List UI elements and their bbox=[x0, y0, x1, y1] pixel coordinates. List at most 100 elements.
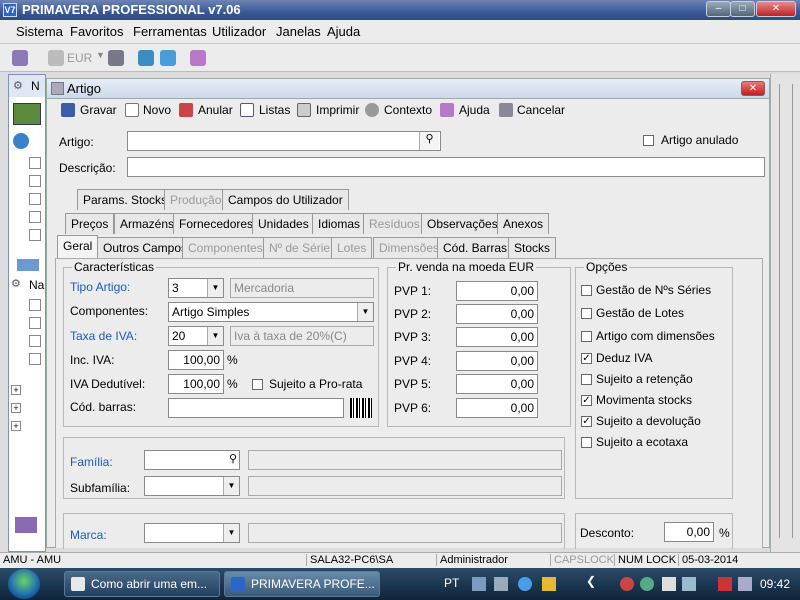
help-eraser-icon[interactable] bbox=[440, 103, 454, 117]
tab-params-stocks[interactable]: Params. Stocks bbox=[77, 189, 174, 210]
pvp1-input[interactable]: 0,00 bbox=[456, 281, 538, 301]
tree-expand-icon[interactable]: + bbox=[11, 385, 21, 395]
cod-barras-input[interactable] bbox=[168, 398, 344, 418]
desconto-input[interactable]: 0,00 bbox=[664, 522, 714, 542]
tab-cod-barras[interactable]: Cód. Barras bbox=[437, 237, 514, 258]
cancel-icon[interactable] bbox=[499, 103, 513, 117]
listas-button[interactable]: Listas bbox=[259, 103, 290, 117]
tab-anexos[interactable]: Anexos bbox=[497, 213, 550, 234]
taskbar-clock[interactable]: 09:42 bbox=[760, 577, 790, 591]
tray-flag-icon[interactable] bbox=[718, 577, 732, 591]
close-button[interactable]: ✕ bbox=[756, 1, 796, 17]
tray-volume-icon[interactable] bbox=[738, 577, 752, 591]
tray-expand-icon[interactable]: ❮ bbox=[586, 574, 596, 588]
contexto-button[interactable]: Contexto bbox=[384, 103, 432, 117]
opcao-checkbox[interactable] bbox=[581, 308, 592, 319]
familia-search-icon[interactable]: ⚲ bbox=[229, 452, 237, 465]
leftpane-compass-icon[interactable] bbox=[13, 133, 29, 149]
tree-node-icon[interactable] bbox=[29, 157, 41, 169]
barcode-icon[interactable] bbox=[350, 398, 372, 418]
tab-precos[interactable]: Preços bbox=[65, 213, 115, 234]
tree-node-icon[interactable] bbox=[29, 299, 41, 311]
componentes-select[interactable]: Artigo Simples ▼ bbox=[168, 302, 374, 322]
tab-geral[interactable]: Geral bbox=[57, 235, 99, 258]
tree-node-icon[interactable] bbox=[29, 353, 41, 365]
pvp2-input[interactable]: 0,00 bbox=[456, 304, 538, 324]
tree-node-icon[interactable] bbox=[29, 335, 41, 347]
familia-input[interactable]: ⚲ bbox=[144, 450, 240, 470]
artigo-close-button[interactable]: ✕ bbox=[741, 81, 765, 96]
artigo-search-icon[interactable]: ⚲ bbox=[419, 132, 439, 150]
chevron-down-icon[interactable]: ▼ bbox=[207, 327, 223, 345]
leftpane-footer-icon[interactable] bbox=[15, 517, 37, 533]
toolbar-eraser-icon[interactable] bbox=[190, 50, 206, 66]
taxa-iva-select[interactable]: 20 ▼ bbox=[168, 326, 224, 346]
opcao-checkbox-checked[interactable]: ✓ bbox=[581, 416, 592, 427]
tray-device-icon[interactable] bbox=[662, 577, 676, 591]
opcao-checkbox[interactable] bbox=[581, 374, 592, 385]
tab-lotes[interactable]: Lotes bbox=[331, 237, 373, 258]
tab-stocks[interactable]: Stocks bbox=[508, 237, 557, 258]
tab-residuos[interactable]: Resíduos bbox=[363, 213, 426, 234]
novo-button[interactable]: Novo bbox=[143, 103, 171, 117]
chevron-down-icon[interactable]: ▼ bbox=[207, 279, 223, 297]
opcao-checkbox-checked[interactable]: ✓ bbox=[581, 353, 592, 364]
tray-security-icon[interactable] bbox=[620, 577, 634, 591]
tab-fornecedores[interactable]: Fornecedores bbox=[173, 213, 260, 234]
language-indicator[interactable]: PT bbox=[444, 576, 459, 590]
tree-expand-icon[interactable]: + bbox=[11, 403, 21, 413]
tree-expand-icon[interactable]: + bbox=[11, 421, 21, 431]
menu-ajuda[interactable]: Ajuda bbox=[327, 24, 360, 39]
opcao-checkbox[interactable] bbox=[581, 285, 592, 296]
taskbar-browser-button[interactable]: Como abrir uma em... bbox=[64, 571, 220, 597]
inc-iva-input[interactable]: 100,00 bbox=[168, 350, 224, 370]
tray-app-icon[interactable] bbox=[472, 577, 486, 591]
pvp5-input[interactable]: 0,00 bbox=[456, 374, 538, 394]
maximize-button[interactable]: □ bbox=[730, 1, 755, 17]
main-scrollbar[interactable] bbox=[770, 74, 800, 552]
leftpane-item2[interactable]: Na bbox=[29, 278, 44, 292]
printer-icon[interactable] bbox=[297, 103, 311, 117]
pro-rata-checkbox[interactable] bbox=[252, 379, 263, 390]
toolbar-globe-icon[interactable] bbox=[138, 50, 154, 66]
tab-dimensoes[interactable]: Dimensões bbox=[373, 237, 446, 258]
tray-network-icon[interactable] bbox=[682, 577, 696, 591]
chevron-down-icon[interactable]: ▼ bbox=[357, 303, 373, 321]
chevron-down-icon[interactable]: ▼ bbox=[223, 477, 239, 495]
toolbar-settings-icon[interactable] bbox=[108, 50, 124, 66]
cancelar-button[interactable]: Cancelar bbox=[517, 103, 565, 117]
opcao-checkbox[interactable] bbox=[581, 331, 592, 342]
leftpane-database-icon[interactable] bbox=[17, 259, 39, 271]
menu-ferramentas[interactable]: Ferramentas bbox=[133, 24, 207, 39]
tab-producao[interactable]: Produção bbox=[164, 189, 228, 210]
leftpane-image-icon[interactable] bbox=[13, 103, 41, 125]
menu-sistema[interactable]: Sistema bbox=[16, 24, 63, 39]
opcao-checkbox[interactable] bbox=[581, 437, 592, 448]
tray-desktop-icon[interactable] bbox=[494, 577, 508, 591]
tab-idiomas[interactable]: Idiomas bbox=[312, 213, 367, 234]
pvp3-input[interactable]: 0,00 bbox=[456, 327, 538, 347]
context-gear-icon[interactable] bbox=[365, 103, 379, 117]
pvp4-input[interactable]: 0,00 bbox=[456, 351, 538, 371]
imprimir-button[interactable]: Imprimir bbox=[316, 103, 359, 117]
tipo-artigo-select[interactable]: 3 ▼ bbox=[168, 278, 224, 298]
currency-dropdown-icon[interactable]: ▼ bbox=[96, 50, 105, 60]
tree-node-icon[interactable] bbox=[29, 317, 41, 329]
ajuda-button[interactable]: Ajuda bbox=[459, 103, 490, 117]
new-document-icon[interactable] bbox=[125, 103, 139, 117]
gravar-button[interactable]: Gravar bbox=[80, 103, 117, 117]
descricao-input[interactable] bbox=[127, 157, 765, 177]
tree-node-icon[interactable] bbox=[29, 211, 41, 223]
toolbar-package-icon[interactable] bbox=[12, 50, 28, 66]
toolbar-help-globe-icon[interactable] bbox=[160, 50, 176, 66]
currency-label[interactable]: EUR bbox=[67, 51, 92, 65]
artigo-input[interactable] bbox=[127, 131, 441, 151]
menu-utilizador[interactable]: Utilizador bbox=[212, 24, 266, 39]
list-icon[interactable] bbox=[240, 103, 254, 117]
leftpane-tools-icon[interactable]: ⚙ bbox=[13, 79, 23, 92]
opcao-checkbox-checked[interactable]: ✓ bbox=[581, 395, 592, 406]
subfamilia-select[interactable]: ▼ bbox=[144, 476, 240, 496]
anular-button[interactable]: Anular bbox=[198, 103, 233, 117]
chevron-down-icon[interactable]: ▼ bbox=[223, 524, 239, 542]
iva-dedutivel-input[interactable]: 100,00 bbox=[168, 374, 224, 394]
